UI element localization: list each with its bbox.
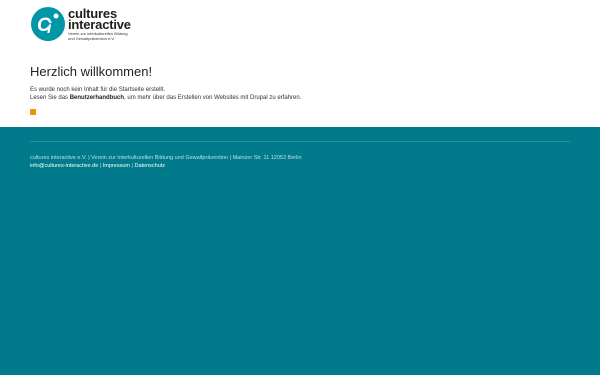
site-footer: cultures interactive e.V. | Verein zur i…	[0, 127, 600, 375]
footer-impressum-link[interactable]: Impressum	[103, 163, 130, 169]
footer-email-link[interactable]: info@cultures-interactive.de	[30, 163, 98, 169]
footer-divider	[30, 141, 570, 142]
footer-separator: |	[99, 163, 102, 169]
footer-datenschutz-link[interactable]: Datenschutz	[134, 163, 165, 169]
footer-links: info@cultures-interactive.de | Impressum…	[30, 162, 302, 170]
logo-wordmark: cultures interactive Verein zur interkul…	[68, 7, 131, 41]
svg-text:i: i	[47, 20, 52, 37]
footer-separator: |	[131, 163, 133, 169]
handbook-text: Lesen Sie das Benutzerhandbuch, um mehr …	[30, 94, 570, 102]
handbook-text-post: , um mehr über das Erstellen von Website…	[124, 95, 302, 101]
main-content: Herzlich willkommen! Es wurde noch kein …	[30, 64, 570, 120]
footer-address: cultures interactive e.V. | Verein zur i…	[30, 155, 302, 161]
footer-text: cultures interactive e.V. | Verein zur i…	[30, 154, 302, 170]
no-content-text: Es wurde noch kein Inhalt für die Starts…	[30, 87, 166, 93]
logo-icon: C i	[31, 7, 65, 41]
handbook-text-pre: Lesen Sie das	[30, 95, 70, 101]
logo-name-line2: interactive	[68, 17, 131, 32]
rss-icon[interactable]	[30, 109, 36, 115]
handbook-link[interactable]: Benutzerhandbuch	[70, 95, 124, 101]
site-header: C i cultures interactive Verein zur inte…	[30, 6, 230, 48]
logo-tagline: Verein zur interkulturellen Bildung und …	[68, 31, 128, 41]
page-title: Herzlich willkommen!	[30, 64, 153, 79]
